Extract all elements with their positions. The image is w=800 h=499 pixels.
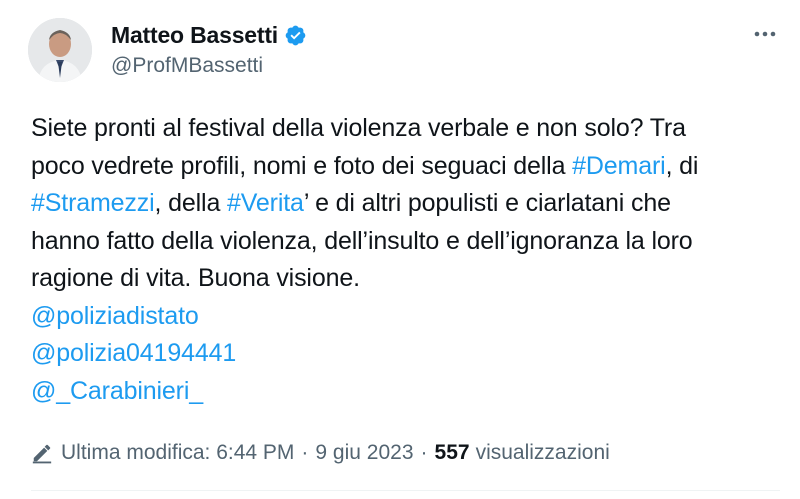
tweet-line: @polizia04194441	[31, 335, 791, 373]
hashtag-link[interactable]: #Verita	[227, 189, 304, 217]
views-label: visualizzazioni	[475, 441, 610, 464]
verified-badge-icon[interactable]	[284, 24, 307, 47]
mention-link[interactable]: @polizia04194441	[31, 339, 236, 367]
tweet-meta: Ultima modifica: 6:44 PM · 9 giu 2023 · …	[31, 438, 610, 468]
author-handle[interactable]: @ProfMBassetti	[111, 54, 263, 78]
mention-link[interactable]: @poliziadistato	[31, 302, 199, 330]
tweet-text-segment: , di	[665, 151, 699, 180]
tweet-text: Siete pronti al festival della violenza …	[31, 110, 791, 410]
tweet-line: ragione di vita. Buona visione.	[31, 260, 791, 298]
tweet-text-segment: ragione di vita. Buona visione.	[31, 264, 360, 292]
tweet-line: Siete pronti al festival della violenza …	[31, 110, 791, 148]
tweet-text-segment: ’ e di altri populisti e ciarlatani che	[303, 189, 671, 217]
tweet-text-segment: hanno fatto della violenza, dell’insulto…	[31, 226, 693, 255]
tweet-line: hanno fatto della violenza, dell’insulto…	[31, 223, 791, 261]
pencil-icon	[32, 444, 52, 464]
divider	[31, 490, 780, 491]
hashtag-link[interactable]: #Stramezzi	[31, 189, 155, 217]
tweet-line: #Stramezzi, della #Verita’ e di altri po…	[31, 185, 791, 223]
author-name-row: Matteo Bassetti	[111, 20, 307, 50]
meta-separator: ·	[301, 441, 309, 464]
tweet-line: @_Carabinieri_	[31, 373, 791, 411]
meta-separator: ·	[420, 441, 428, 464]
mention-link[interactable]: @_Carabinieri_	[31, 377, 203, 405]
views-count: 557	[434, 441, 470, 464]
tweet-text-segment: , della	[154, 189, 228, 217]
tweet-line: poco vedrete profili, nomi e foto dei se…	[31, 148, 791, 186]
more-icon[interactable]	[752, 24, 778, 44]
tweet-line: @poliziadistato	[31, 298, 791, 336]
hashtag-link[interactable]: #Demari	[572, 152, 666, 180]
edited-timestamp[interactable]: Ultima modifica: 6:44 PM	[61, 441, 294, 465]
author-avatar[interactable]	[28, 18, 92, 82]
author-name[interactable]: Matteo Bassetti	[111, 22, 278, 49]
tweet-text-segment: Siete pronti al festival della violenza …	[31, 114, 686, 142]
avatar-photo	[28, 18, 92, 82]
tweet-date[interactable]: 9 giu 2023	[315, 441, 413, 465]
tweet-text-segment: poco vedrete profili, nomi e foto dei se…	[31, 151, 573, 180]
